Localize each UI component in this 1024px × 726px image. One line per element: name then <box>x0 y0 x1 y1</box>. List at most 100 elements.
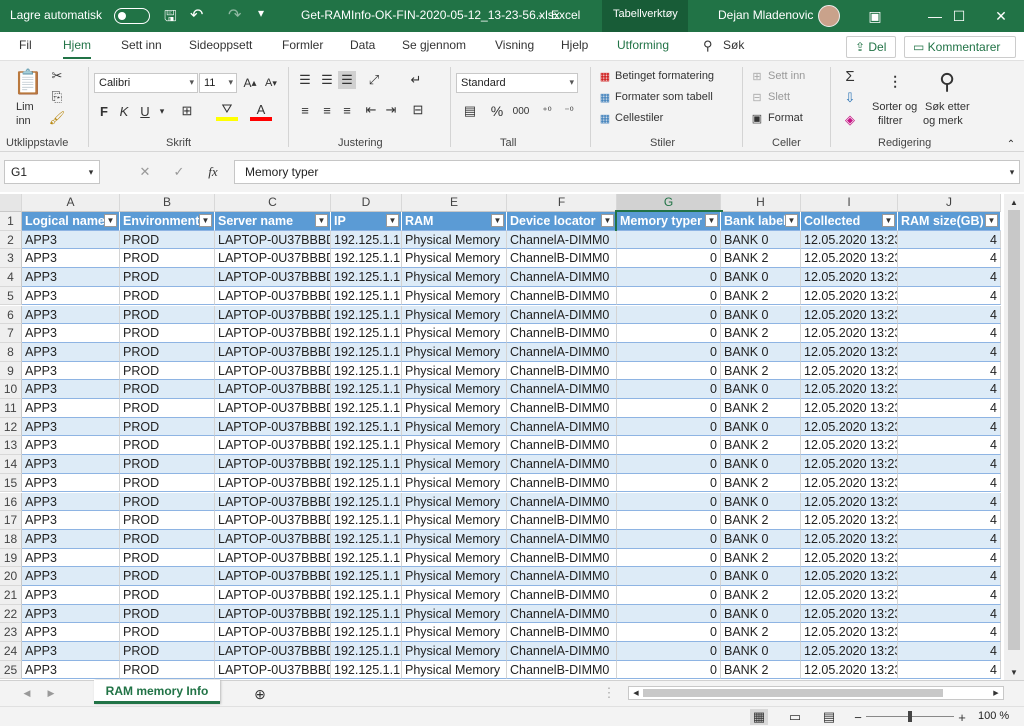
cut-icon[interactable]: ✂ <box>48 67 66 85</box>
row-header[interactable]: 6 <box>0 305 22 325</box>
table-cell[interactable]: PROD <box>120 642 215 661</box>
table-cell[interactable]: LAPTOP-0U37BBBD <box>215 660 331 680</box>
thousands-icon[interactable]: 000 <box>510 101 532 121</box>
table-cell[interactable]: ChannelB-DIMM0 <box>507 286 617 306</box>
table-cell[interactable]: Physical Memory <box>402 511 507 530</box>
table-cell[interactable]: 0 <box>617 455 721 474</box>
table-cell[interactable]: 192.125.1.1 <box>331 529 402 549</box>
column-header-e[interactable]: E <box>402 194 507 212</box>
table-cell[interactable]: 192.125.1.1 <box>331 361 402 381</box>
scroll-right-icon[interactable]: ▶ <box>991 687 1001 699</box>
table-cell[interactable]: BANK 0 <box>721 380 801 399</box>
name-box-dropdown-icon[interactable]: ▾ <box>84 163 98 181</box>
cell-styles-button[interactable]: Cellestiler <box>615 112 663 124</box>
fill-icon[interactable]: ⇩ <box>840 89 860 107</box>
close-icon[interactable]: ✕ <box>978 0 1024 32</box>
table-cell[interactable]: 12.05.2020 13:23 <box>801 249 898 269</box>
table-cell[interactable]: LAPTOP-0U37BBBD <box>215 230 331 250</box>
table-cell[interactable]: 12.05.2020 13:23 <box>801 305 898 325</box>
table-cell[interactable]: 4 <box>898 623 1001 643</box>
table-cell[interactable]: 192.125.1.1 <box>331 623 402 643</box>
row-header[interactable]: 25 <box>0 660 22 680</box>
sort-filter-label-2[interactable]: filtrer <box>878 115 902 127</box>
table-cell[interactable]: 0 <box>617 417 721 437</box>
table-cell[interactable]: 12.05.2020 13:23 <box>801 473 898 493</box>
table-cell[interactable]: BANK 2 <box>721 586 801 605</box>
row-header[interactable]: 22 <box>0 604 22 624</box>
table-cell[interactable]: 4 <box>898 305 1001 325</box>
table-cell[interactable]: APP3 <box>22 604 120 624</box>
align-right-icon[interactable]: ≡ <box>338 101 356 119</box>
save-icon[interactable]: 🖫 <box>164 6 177 31</box>
tab-file[interactable]: Fil <box>19 38 32 52</box>
tab-insert[interactable]: Sett inn <box>121 38 162 52</box>
table-cell[interactable]: Physical Memory <box>402 361 507 381</box>
collapse-ribbon-icon[interactable]: ⌃ <box>1004 137 1018 151</box>
table-cell[interactable]: ChannelA-DIMM0 <box>507 604 617 624</box>
table-cell[interactable]: 4 <box>898 361 1001 381</box>
zoom-slider-thumb[interactable] <box>908 711 912 722</box>
table-cell[interactable]: 12.05.2020 13:23 <box>801 324 898 343</box>
table-cell[interactable]: LAPTOP-0U37BBBD <box>215 548 331 568</box>
filter-dropdown-icon[interactable]: ▼ <box>705 214 718 227</box>
table-cell[interactable]: 12.05.2020 13:23 <box>801 586 898 605</box>
align-top-icon[interactable]: ☰ <box>296 71 314 89</box>
table-cell[interactable]: LAPTOP-0U37BBBD <box>215 249 331 269</box>
table-cell[interactable]: LAPTOP-0U37BBBD <box>215 604 331 624</box>
table-cell[interactable]: LAPTOP-0U37BBBD <box>215 361 331 381</box>
table-cell[interactable]: BANK 0 <box>721 492 801 512</box>
table-cell[interactable]: 0 <box>617 660 721 680</box>
table-cell[interactable]: BANK 0 <box>721 529 801 549</box>
table-cell[interactable]: BANK 0 <box>721 305 801 325</box>
format-table-button[interactable]: Formater som tabell <box>615 91 713 103</box>
horizontal-scroll-thumb[interactable] <box>643 689 943 697</box>
merge-center-icon[interactable]: ⊟ <box>406 101 430 119</box>
table-cell[interactable]: 12.05.2020 13:23 <box>801 342 898 362</box>
column-header-j[interactable]: J <box>898 194 1001 212</box>
table-cell[interactable]: 192.125.1.1 <box>331 604 402 624</box>
sort-filter-icon[interactable]: ⫶ <box>880 69 910 97</box>
wrap-text-icon[interactable]: ↵ <box>406 71 426 89</box>
autosave-toggle[interactable] <box>114 8 150 24</box>
table-cell[interactable]: Physical Memory <box>402 342 507 362</box>
tab-design[interactable]: Utforming <box>617 38 669 52</box>
table-cell[interactable]: APP3 <box>22 660 120 680</box>
shrink-font-icon[interactable]: A ▾ <box>262 73 280 93</box>
table-cell[interactable]: LAPTOP-0U37BBBD <box>215 473 331 493</box>
conditional-format-icon[interactable]: ▦ <box>598 69 612 83</box>
borders-icon[interactable]: ⊞ <box>176 101 198 121</box>
table-cell[interactable]: 12.05.2020 13:23 <box>801 455 898 474</box>
table-cell[interactable]: 192.125.1.1 <box>331 567 402 586</box>
italic-icon[interactable]: K <box>116 101 132 121</box>
table-cell[interactable]: PROD <box>120 324 215 343</box>
table-cell[interactable]: PROD <box>120 361 215 381</box>
table-cell[interactable]: 12.05.2020 13:23 <box>801 642 898 661</box>
formula-input[interactable]: Memory typer <box>234 160 1020 184</box>
row-header[interactable]: 16 <box>0 492 22 512</box>
table-cell[interactable]: PROD <box>120 529 215 549</box>
table-cell[interactable]: APP3 <box>22 642 120 661</box>
orientation-icon[interactable]: ⤢ <box>362 71 386 89</box>
filter-dropdown-icon[interactable]: ▼ <box>882 214 895 227</box>
table-cell[interactable]: Physical Memory <box>402 548 507 568</box>
bold-icon[interactable]: F <box>96 101 112 121</box>
table-cell[interactable]: 4 <box>898 604 1001 624</box>
table-cell[interactable]: ChannelB-DIMM0 <box>507 623 617 643</box>
table-cell[interactable]: 192.125.1.1 <box>331 436 402 456</box>
table-cell[interactable]: ChannelB-DIMM0 <box>507 473 617 493</box>
table-cell[interactable]: 4 <box>898 567 1001 586</box>
table-cell[interactable]: ChannelB-DIMM0 <box>507 586 617 605</box>
table-cell[interactable]: LAPTOP-0U37BBBD <box>215 642 331 661</box>
table-cell[interactable]: 192.125.1.1 <box>331 417 402 437</box>
table-header-cell[interactable]: Device locator ▼ <box>507 212 617 231</box>
table-cell[interactable]: APP3 <box>22 361 120 381</box>
table-cell[interactable]: Physical Memory <box>402 473 507 493</box>
table-cell[interactable]: LAPTOP-0U37BBBD <box>215 286 331 306</box>
clear-icon[interactable]: ◈ <box>840 111 860 129</box>
row-header[interactable]: 3 <box>0 249 22 269</box>
table-cell[interactable]: ChannelA-DIMM0 <box>507 305 617 325</box>
avatar[interactable] <box>818 5 840 27</box>
table-cell[interactable]: APP3 <box>22 399 120 418</box>
table-cell[interactable]: BANK 0 <box>721 342 801 362</box>
table-cell[interactable]: Physical Memory <box>402 399 507 418</box>
